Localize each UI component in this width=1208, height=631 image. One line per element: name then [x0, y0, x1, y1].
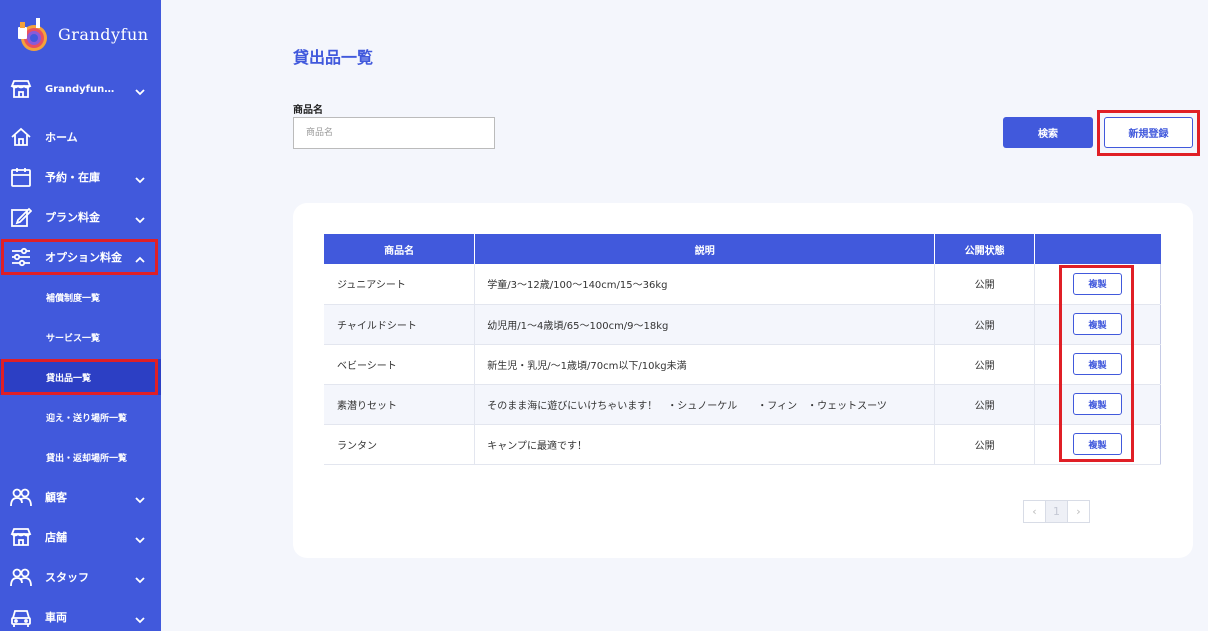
sidebar-item-staff[interactable]: スタッフ — [0, 559, 161, 595]
chevron-down-icon — [134, 491, 146, 504]
item-name: ランタン — [324, 424, 476, 465]
sidebar-subitem-label: 補償制度一覧 — [46, 294, 101, 304]
chevron-down-icon — [134, 83, 146, 96]
item-description: 学童/3～12歳/100～140cm/15～36kg — [474, 264, 936, 305]
store-selector-label: Grandyfun… — [45, 83, 115, 95]
grandyfun-logo-icon — [14, 15, 52, 53]
search-button[interactable]: 検索 — [1003, 117, 1093, 148]
sidebar-item-label: 車両 — [45, 611, 67, 624]
car-icon — [10, 606, 32, 628]
item-name: ジュニアシート — [324, 264, 476, 305]
pagination-page-current[interactable]: 1 — [1045, 500, 1068, 523]
item-status: 公開 — [934, 344, 1036, 385]
brand-name: Grandyfun — [58, 24, 149, 44]
item-name: ベビーシート — [324, 344, 476, 385]
item-name: 素潜りセット — [324, 384, 476, 425]
column-header-name: 商品名 — [324, 234, 476, 264]
sidebar-item-plan-pricing[interactable]: プラン料金 — [0, 199, 161, 235]
sidebar-item-label: 店舗 — [45, 531, 67, 544]
chevron-down-icon — [134, 571, 146, 584]
item-name: チャイルドシート — [324, 304, 476, 345]
item-status: 公開 — [934, 304, 1036, 345]
item-description: 幼児用/1～4歳頃/65～100cm/9～18kg — [474, 304, 936, 345]
sidebar-subitem-label: 貸出・返却場所一覧 — [46, 454, 128, 464]
item-description: 新生児・乳児/～1歳頃/70cm以下/10kg未満 — [474, 344, 936, 385]
sidebar-subitem-insurance[interactable]: 補償制度一覧 — [0, 279, 161, 315]
sidebar-item-label: 顧客 — [45, 491, 67, 504]
table-row[interactable]: ベビーシート 新生児・乳児/～1歳頃/70cm以下/10kg未満 公開 複製 — [324, 344, 1161, 385]
sidebar-item-stores[interactable]: 店舗 — [0, 519, 161, 555]
column-header-description: 説明 — [474, 234, 936, 264]
brand[interactable]: Grandyfun — [14, 14, 149, 54]
sidebar-item-reservation[interactable]: 予約・在庫 — [0, 159, 161, 195]
product-name-input[interactable] — [293, 117, 495, 149]
pagination-next-button[interactable]: › — [1067, 500, 1090, 523]
sidebar-item-customers[interactable]: 顧客 — [0, 479, 161, 515]
table-row[interactable]: 素潜りセット そのまま海に遊びにいけちゃいます！ ・シュノーケル ・フィン ・ウ… — [324, 384, 1161, 425]
sidebar-item-home[interactable]: ホーム — [0, 119, 161, 155]
item-description: キャンプに最適です！ — [474, 424, 936, 465]
page-title: 貸出品一覧 — [293, 48, 374, 67]
users-icon — [10, 486, 32, 508]
sidebar-item-label: プラン料金 — [45, 211, 100, 224]
table-header-row: 商品名 説明 公開状態 — [324, 234, 1161, 264]
highlight-box — [1, 359, 158, 395]
item-status: 公開 — [934, 264, 1036, 305]
sidebar-subitem-label: サービス一覧 — [46, 334, 101, 344]
sidebar-item-label: ホーム — [45, 131, 78, 144]
sidebar-subitem-rental-return[interactable]: 貸出・返却場所一覧 — [0, 439, 161, 475]
chevron-down-icon — [134, 611, 146, 624]
calendar-icon — [10, 166, 32, 188]
pagination: ‹ 1 › — [1023, 500, 1090, 523]
store-selector[interactable]: Grandyfun… — [0, 71, 161, 107]
sidebar-subitem-label: 迎え・送り場所一覧 — [46, 414, 128, 424]
sidebar-item-vehicles[interactable]: 車両 — [0, 599, 161, 631]
chevron-down-icon — [134, 211, 146, 224]
table-row[interactable]: ジュニアシート 学童/3～12歳/100～140cm/15～36kg 公開 複製 — [324, 264, 1161, 305]
home-icon — [10, 126, 32, 148]
item-status: 公開 — [934, 424, 1036, 465]
column-header-status: 公開状態 — [934, 234, 1036, 264]
table-row[interactable]: ランタン キャンプに最適です！ 公開 複製 — [324, 424, 1161, 465]
column-header-actions — [1034, 234, 1161, 264]
sidebar-subitem-pickup-dropoff[interactable]: 迎え・送り場所一覧 — [0, 399, 161, 435]
highlight-box — [1097, 110, 1200, 156]
chevron-down-icon — [134, 171, 146, 184]
highlight-box — [1, 239, 158, 275]
store-icon — [10, 78, 32, 100]
item-status: 公開 — [934, 384, 1036, 425]
table-row[interactable]: チャイルドシート 幼児用/1～4歳頃/65～100cm/9～18kg 公開 複製 — [324, 304, 1161, 345]
users-icon — [10, 566, 32, 588]
sidebar-subitem-services[interactable]: サービス一覧 — [0, 319, 161, 355]
edit-icon — [10, 206, 33, 228]
sidebar-item-label: 予約・在庫 — [45, 171, 100, 184]
chevron-down-icon — [134, 531, 146, 544]
highlight-box — [1059, 265, 1134, 462]
item-description: そのまま海に遊びにいけちゃいます！ ・シュノーケル ・フィン ・ウェットスーツ — [474, 384, 936, 425]
sidebar-item-label: スタッフ — [45, 571, 89, 584]
pagination-prev-button[interactable]: ‹ — [1023, 500, 1046, 523]
product-name-label: 商品名 — [293, 105, 323, 116]
store-icon — [10, 526, 32, 548]
rental-items-table: 商品名 説明 公開状態 ジュニアシート 学童/3～12歳/100～140cm/1… — [324, 234, 1161, 465]
sidebar: Grandyfun Grandyfun… ホーム 予約・在庫 プラン料金 オプシ… — [0, 0, 161, 631]
